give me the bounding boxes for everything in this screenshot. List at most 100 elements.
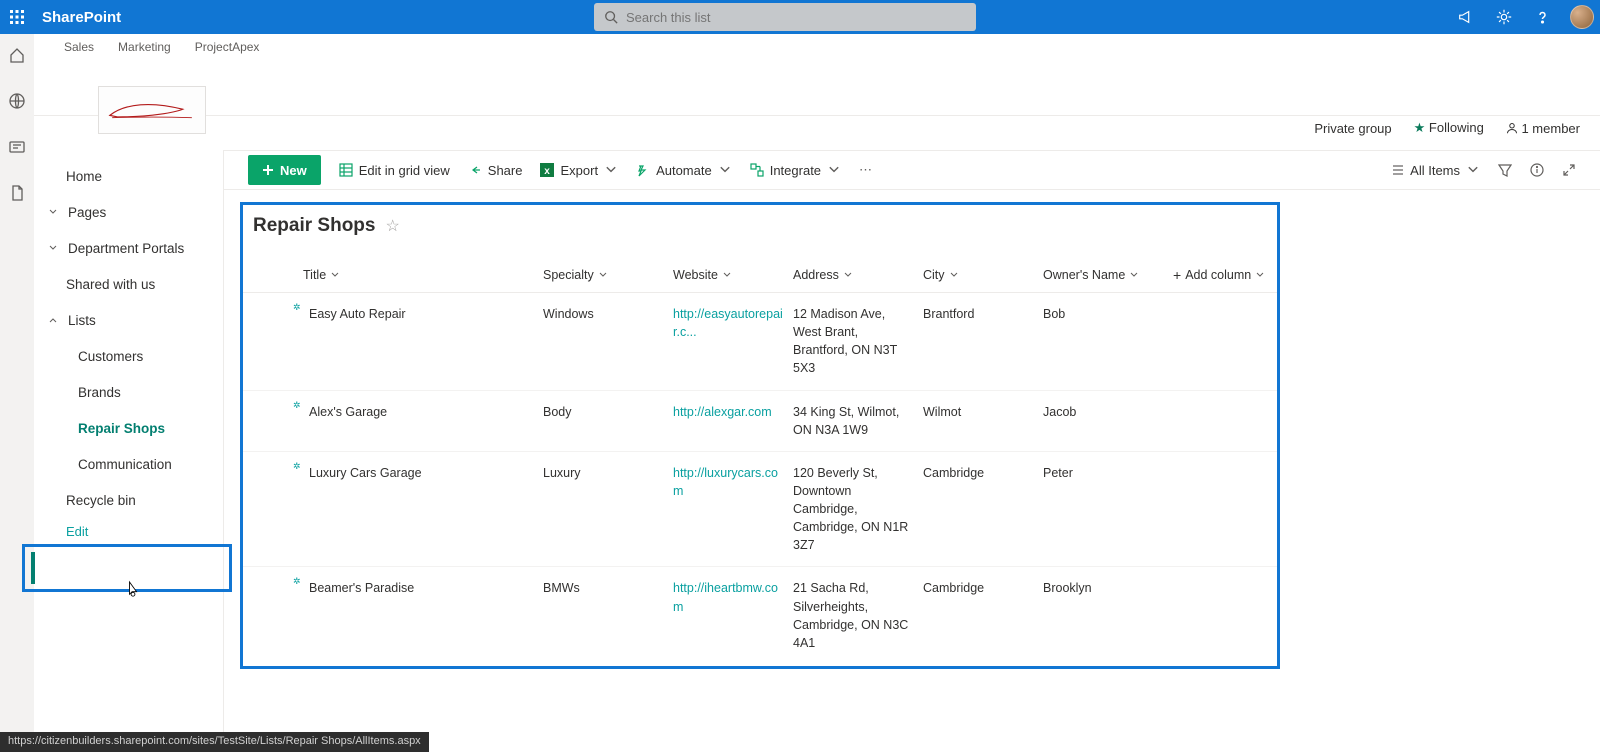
cell-address: 120 Beverly St, Downtown Cambridge, Camb… (793, 464, 923, 555)
nav-brands[interactable]: Brands (34, 374, 223, 410)
cell-title[interactable]: ✲Alex's Garage (303, 403, 543, 421)
globe-icon[interactable] (8, 92, 26, 110)
search-box[interactable] (594, 3, 976, 31)
nav-edit-link[interactable]: Edit (34, 524, 223, 539)
plus-icon (262, 164, 274, 176)
col-city[interactable]: City (923, 268, 1043, 282)
nav-shared-with-us[interactable]: Shared with us (34, 266, 223, 302)
chevron-down-icon (604, 163, 618, 177)
nav-recycle-bin[interactable]: Recycle bin (34, 482, 223, 518)
nav-home[interactable]: Home (34, 158, 223, 194)
app-rail (0, 34, 34, 752)
integrate-icon (750, 163, 764, 177)
megaphone-icon[interactable] (1456, 7, 1476, 27)
list-title: Repair Shops (253, 215, 375, 237)
col-website[interactable]: Website (673, 268, 793, 282)
info-icon (1530, 163, 1544, 177)
cell-website[interactable]: http://alexgar.com (673, 403, 793, 421)
svg-text:x: x (545, 166, 551, 177)
cell-website[interactable]: http://easyautorepair.c... (673, 305, 793, 341)
chevron-up-icon (48, 315, 58, 325)
cell-city: Cambridge (923, 464, 1043, 482)
new-button[interactable]: New (248, 155, 321, 185)
table-row[interactable]: ✲Luxury Cars GarageLuxuryhttp://luxuryca… (243, 452, 1277, 568)
avatar[interactable] (1570, 5, 1594, 29)
cell-owner: Jacob (1043, 403, 1173, 421)
share-button[interactable]: Share (468, 163, 523, 178)
cell-title[interactable]: ✲Beamer's Paradise (303, 579, 543, 597)
flow-icon (636, 163, 650, 177)
news-icon[interactable] (8, 138, 26, 156)
help-icon[interactable] (1532, 7, 1552, 27)
chevron-down-icon (843, 270, 853, 280)
search-icon (604, 10, 618, 24)
info-button[interactable] (1530, 163, 1544, 177)
site-nav: Home Pages Department Portals Shared wit… (34, 150, 224, 752)
cell-owner: Bob (1043, 305, 1173, 323)
nav-repair-shops[interactable]: Repair Shops (34, 410, 223, 446)
hub-nav: Sales Marketing ProjectApex (34, 34, 1600, 54)
col-specialty[interactable]: Specialty (543, 268, 673, 282)
new-item-icon: ✲ (293, 575, 301, 588)
nav-communication[interactable]: Communication (34, 446, 223, 482)
table-row[interactable]: ✲Alex's GarageBodyhttp://alexgar.com34 K… (243, 391, 1277, 452)
filter-icon (1498, 163, 1512, 177)
table-row[interactable]: ✲Easy Auto RepairWindowshttp://easyautor… (243, 293, 1277, 391)
list-icon (1390, 163, 1404, 177)
more-button[interactable]: ⋯ (859, 162, 872, 178)
hub-link-sales[interactable]: Sales (64, 40, 94, 54)
hub-link-marketing[interactable]: Marketing (118, 40, 171, 54)
view-selector[interactable]: All Items (1390, 163, 1480, 178)
table-row[interactable]: ✲Beamer's ParadiseBMWshttp://iheartbmw.c… (243, 567, 1277, 664)
chevron-down-icon (827, 163, 841, 177)
gear-icon[interactable] (1494, 7, 1514, 27)
cell-website[interactable]: http://luxurycars.com (673, 464, 793, 500)
members-link[interactable]: 1 member (1506, 121, 1580, 136)
col-title[interactable]: Title (303, 268, 543, 282)
export-button[interactable]: xExport (540, 163, 618, 178)
cell-website[interactable]: http://iheartbmw.com (673, 579, 793, 615)
search-input[interactable] (626, 10, 966, 25)
cell-city: Cambridge (923, 579, 1043, 597)
new-item-icon: ✲ (293, 399, 301, 412)
nav-department-portals[interactable]: Department Portals (34, 230, 223, 266)
cell-title[interactable]: ✲Easy Auto Repair (303, 305, 543, 323)
app-launcher-icon[interactable] (0, 0, 34, 34)
suite-right (1456, 0, 1594, 34)
suite-bar: SharePoint (0, 0, 1600, 34)
grid-icon (339, 163, 353, 177)
nav-pages[interactable]: Pages (34, 194, 223, 230)
site-logo[interactable] (98, 86, 206, 134)
star-filled-icon: ★ (1414, 120, 1426, 135)
expand-button[interactable] (1562, 163, 1576, 177)
chevron-down-icon (718, 163, 732, 177)
hub-link-projectapex[interactable]: ProjectApex (195, 40, 260, 54)
file-icon[interactable] (8, 184, 26, 202)
col-address[interactable]: Address (793, 268, 923, 282)
home-icon[interactable] (8, 46, 26, 64)
add-column-button[interactable]: +Add column (1173, 267, 1283, 283)
chevron-down-icon (1129, 270, 1139, 280)
main-content: Repair Shops ☆ Title Specialty Website A… (224, 190, 1600, 752)
chevron-down-icon (1255, 270, 1265, 280)
cell-specialty: Windows (543, 305, 673, 323)
chevron-down-icon (722, 270, 732, 280)
nav-lists[interactable]: Lists (34, 302, 223, 338)
col-owner[interactable]: Owner's Name (1043, 268, 1173, 282)
automate-button[interactable]: Automate (636, 163, 732, 178)
person-icon (1506, 122, 1518, 134)
site-info-row: Private group ★ Following 1 member (1314, 120, 1580, 136)
nav-selection-bar (31, 552, 35, 584)
nav-customers[interactable]: Customers (34, 338, 223, 374)
brand-label[interactable]: SharePoint (34, 9, 121, 26)
filter-button[interactable] (1498, 163, 1512, 177)
cursor-icon (126, 580, 140, 598)
new-item-icon: ✲ (293, 301, 301, 314)
favorite-star-icon[interactable]: ☆ (385, 216, 399, 236)
cell-owner: Peter (1043, 464, 1173, 482)
integrate-button[interactable]: Integrate (750, 163, 841, 178)
cell-specialty: Body (543, 403, 673, 421)
cell-title[interactable]: ✲Luxury Cars Garage (303, 464, 543, 482)
edit-grid-button[interactable]: Edit in grid view (339, 163, 450, 178)
following-toggle[interactable]: ★ Following (1414, 120, 1484, 136)
